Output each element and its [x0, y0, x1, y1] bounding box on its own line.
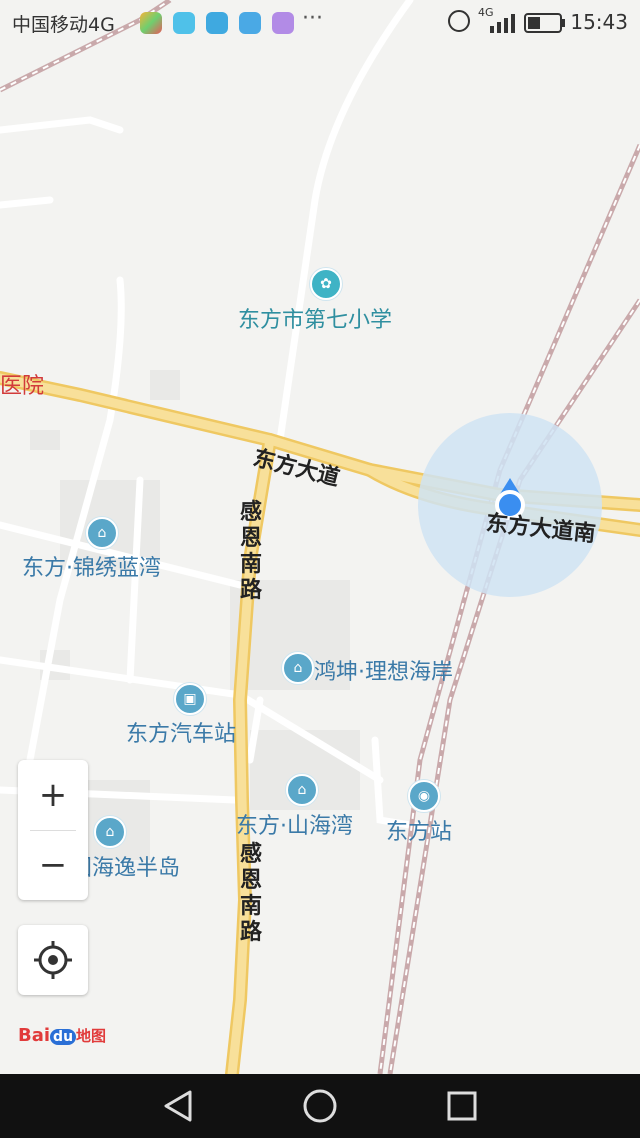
train-station-icon[interactable]: ◉ — [408, 780, 440, 812]
train-station-label[interactable]: 东方站 — [386, 814, 452, 846]
home-button[interactable] — [280, 1074, 360, 1138]
baidu-map-logo: Bai du 地图 — [18, 1025, 107, 1046]
locate-me-button[interactable] — [18, 925, 88, 995]
navigation-bar — [0, 1074, 640, 1138]
carrier-label: 中国移动4G — [12, 14, 115, 36]
shanhaiwan-label[interactable]: 东方·山海湾 — [236, 808, 353, 840]
ganen-south-road-label-2: 感恩南路 — [240, 842, 263, 945]
gallery-notification-icon — [239, 12, 261, 34]
recents-button[interactable] — [422, 1074, 502, 1138]
keyboard-notification-icon — [272, 12, 294, 34]
school-label[interactable]: 东方市第七小学 — [238, 302, 392, 334]
location-notification-icon — [173, 12, 195, 34]
residential-icon[interactable]: ⌂ — [86, 517, 118, 549]
zoom-out-button[interactable]: − — [18, 830, 88, 900]
signal-icon — [490, 14, 515, 33]
hospital-label[interactable]: 医院 — [0, 368, 44, 400]
alarm-icon — [448, 10, 470, 32]
residential-icon[interactable]: ⌂ — [286, 774, 318, 806]
more-notifications-icon: ··· — [302, 6, 323, 31]
back-button[interactable] — [138, 1074, 218, 1138]
ganen-south-road-label-1: 感恩南路 — [240, 500, 263, 603]
clock: 15:43 — [570, 10, 628, 34]
status-bar: 中国移动4G ··· 4G 15:43 — [0, 0, 640, 44]
hongkun-label[interactable]: 鸿坤·理想海岸 — [314, 654, 453, 686]
app-notification-icon — [140, 12, 162, 34]
health-notification-icon — [206, 12, 228, 34]
crosshair-icon — [34, 941, 72, 979]
jinxiu-lanwan-label[interactable]: 东方·锦绣蓝湾 — [22, 550, 161, 582]
zoom-control: + − — [18, 760, 88, 900]
residential-icon[interactable]: ⌂ — [282, 652, 314, 684]
bus-station-icon[interactable]: ▣ — [174, 683, 206, 715]
school-icon[interactable]: ✿ — [310, 268, 342, 300]
zoom-in-button[interactable]: + — [18, 760, 88, 830]
battery-icon — [524, 13, 565, 33]
bus-station-label[interactable]: 东方汽车站 — [126, 716, 236, 748]
residential-icon[interactable]: ⌂ — [94, 816, 126, 848]
